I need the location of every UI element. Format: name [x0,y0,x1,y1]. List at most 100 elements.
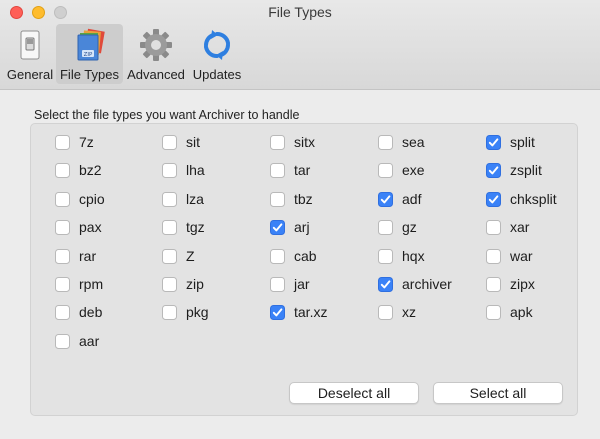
checkbox-box[interactable] [55,333,70,349]
checkbox-box[interactable] [162,304,177,320]
checkbox-label: apk [510,304,533,320]
checkbox-label: rar [79,248,97,264]
checkbox-zsplit[interactable]: zsplit [486,161,542,179]
file-types-group: Deselect all Select all 7z bz2 cpio pax rar r… [30,123,578,416]
checkbox-box[interactable] [55,191,70,207]
checkbox-box[interactable] [270,304,285,320]
checkbox-sit[interactable]: sit [162,133,200,151]
checkbox-box[interactable] [55,162,70,178]
checkbox-bz2[interactable]: bz2 [55,161,102,179]
checkbox-label: jar [294,276,310,292]
checkbox-label: gz [402,219,417,235]
checkbox-label: adf [402,191,422,207]
toolbar-tab-label: Advanced [127,67,185,82]
deselect-all-button[interactable]: Deselect all [289,382,419,404]
checkbox-box[interactable] [55,304,70,320]
checkbox-tbz[interactable]: tbz [270,190,313,208]
checkbox-aar[interactable]: aar [55,332,99,350]
checkbox-box[interactable] [270,219,285,235]
checkbox-split[interactable]: split [486,133,535,151]
checkbox-label: tgz [186,219,205,235]
checkbox-box[interactable] [270,276,285,292]
checkbox-label: exe [402,162,425,178]
checkbox-box[interactable] [162,162,177,178]
checkbox-box[interactable] [378,162,393,178]
checkbox-jar[interactable]: jar [270,275,310,293]
checkbox-box[interactable] [55,134,70,150]
checkbox-archiver[interactable]: archiver [378,275,452,293]
checkbox-label: archiver [402,276,452,292]
checkbox-box[interactable] [55,219,70,235]
checkbox-exe[interactable]: exe [378,161,425,179]
toolbar-tab-general[interactable]: General [4,24,56,84]
checkbox-adf[interactable]: adf [378,190,421,208]
checkbox-box[interactable] [162,248,177,264]
checkbox-box[interactable] [486,219,501,235]
checkbox-box[interactable] [162,134,177,150]
checkbox-z[interactable]: Z [162,247,195,265]
checkmark-icon [272,222,283,231]
select-all-button[interactable]: Select all [433,382,563,404]
toolbar-tab-label: File Types [59,67,119,82]
checkbox-box[interactable] [162,191,177,207]
checkbox-label: cab [294,248,317,264]
checkbox-pkg[interactable]: pkg [162,303,209,321]
checkbox-arj[interactable]: arj [270,218,310,236]
instructions-label: Select the file types you want Archiver … [34,108,300,122]
checkbox-label: lha [186,162,205,178]
checkbox-box[interactable] [162,219,177,235]
checkbox-box[interactable] [486,134,501,150]
checkbox-hqx[interactable]: hqx [378,247,425,265]
checkbox-apk[interactable]: apk [486,303,533,321]
checkbox-pax[interactable]: pax [55,218,102,236]
checkbox-deb[interactable]: deb [55,303,102,321]
checkbox-sea[interactable]: sea [378,133,425,151]
checkbox-rar[interactable]: rar [55,247,96,265]
toolbar-tab-updates[interactable]: Updates [189,24,245,84]
checkbox-gz[interactable]: gz [378,218,417,236]
checkbox-box[interactable] [55,276,70,292]
checkbox-zip[interactable]: zip [162,275,204,293]
checkbox-zipx[interactable]: zipx [486,275,535,293]
checkbox-lza[interactable]: lza [162,190,204,208]
checkbox-box[interactable] [55,248,70,264]
checkbox-box[interactable] [378,276,393,292]
checkbox-label: arj [294,219,310,235]
checkbox-lha[interactable]: lha [162,161,205,179]
checkbox-label: 7z [79,134,94,150]
checkbox-box[interactable] [378,248,393,264]
checkbox-box[interactable] [378,134,393,150]
toolbar-tab-file-types[interactable]: ZIP File Types [56,24,123,84]
zip-archive-icon: ZIP [73,28,107,62]
checkbox-tgz[interactable]: tgz [162,218,205,236]
checkbox-box[interactable] [486,162,501,178]
checkbox-label: rpm [79,276,104,292]
checkbox-box[interactable] [486,191,501,207]
checkbox-box[interactable] [270,248,285,264]
checkbox-war[interactable]: war [486,247,533,265]
checkbox-7z[interactable]: 7z [55,133,94,151]
checkbox-xz[interactable]: xz [378,303,416,321]
checkbox-chksplit[interactable]: chksplit [486,190,557,208]
checkbox-box[interactable] [486,304,501,320]
checkbox-box[interactable] [378,191,393,207]
checkbox-box[interactable] [486,276,501,292]
checkbox-box[interactable] [270,191,285,207]
window-title: File Types [268,4,332,20]
toolbar-tab-advanced[interactable]: Advanced [123,24,189,84]
checkbox-tar[interactable]: tar [270,161,310,179]
checkbox-box[interactable] [378,304,393,320]
checkbox-xar[interactable]: xar [486,218,529,236]
checkbox-box[interactable] [486,248,501,264]
checkbox-label: war [510,248,533,264]
checkbox-cpio[interactable]: cpio [55,190,105,208]
checkbox-box[interactable] [270,162,285,178]
checkbox-box[interactable] [162,276,177,292]
checkbox-rpm[interactable]: rpm [55,275,103,293]
checkbox-box[interactable] [378,219,393,235]
checkmark-icon [380,194,391,203]
checkbox-sitx[interactable]: sitx [270,133,315,151]
checkbox-box[interactable] [270,134,285,150]
checkbox-cab[interactable]: cab [270,247,317,265]
checkbox-tar-xz[interactable]: tar.xz [270,303,327,321]
